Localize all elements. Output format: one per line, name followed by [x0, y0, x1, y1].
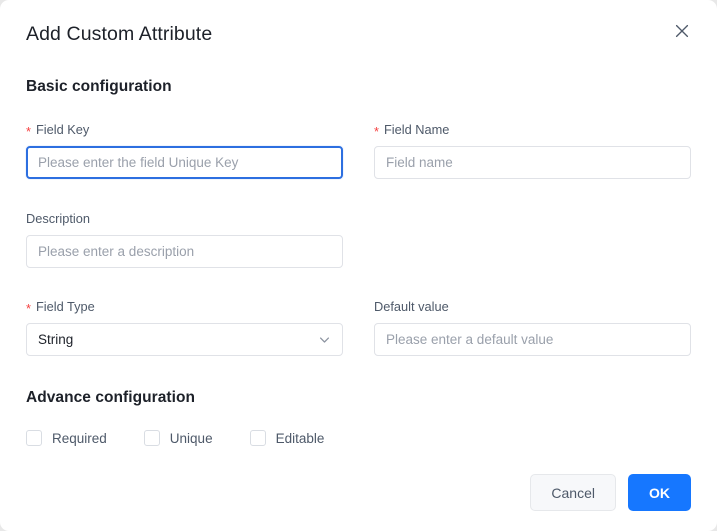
field-group-description: Description — [26, 210, 343, 268]
section-title-basic: Basic configuration — [26, 78, 172, 95]
section-title-advance: Advance configuration — [26, 389, 195, 406]
default-value-label: Default value — [374, 299, 449, 314]
add-custom-attribute-dialog: Add Custom Attribute Basic configuration… — [0, 0, 717, 531]
cancel-button[interactable]: Cancel — [530, 474, 616, 511]
checkbox-required[interactable]: Required — [26, 430, 107, 446]
description-input[interactable] — [26, 235, 343, 268]
checkbox-unique-label: Unique — [169, 430, 213, 446]
checkbox-editable[interactable]: Editable — [249, 430, 325, 446]
field-group-default-value: Default value — [374, 298, 691, 356]
field-type-label-text: Field Type — [35, 299, 95, 314]
field-group-field-name: * Field Name — [374, 121, 691, 179]
checkbox-unique[interactable]: Unique — [143, 430, 213, 446]
required-asterisk: * — [26, 124, 31, 139]
checkbox-box-icon[interactable] — [143, 430, 160, 446]
required-asterisk: * — [374, 124, 379, 139]
field-name-label-text: Field Name — [383, 122, 450, 137]
field-key-input[interactable] — [26, 146, 343, 179]
advance-checkbox-row: Required Unique Editable — [26, 430, 361, 446]
field-name-input[interactable] — [374, 146, 691, 179]
field-key-label-text: Field Key — [35, 122, 90, 137]
field-type-select[interactable]: String — [26, 323, 343, 356]
dialog-title: Add Custom Attribute — [26, 23, 213, 45]
default-value-input[interactable] — [374, 323, 691, 356]
field-type-label: * Field Type — [26, 298, 343, 316]
ok-button[interactable]: OK — [628, 474, 691, 511]
field-type-selected-value: String — [38, 332, 74, 347]
field-key-label: * Field Key — [26, 121, 343, 139]
required-asterisk: * — [26, 301, 31, 316]
chevron-down-icon — [318, 333, 331, 346]
description-label: Description — [26, 211, 91, 226]
field-group-field-key: * Field Key — [26, 121, 343, 179]
checkbox-required-label: Required — [52, 430, 107, 446]
checkbox-box-icon[interactable] — [26, 430, 42, 446]
field-group-field-type: * Field Type String — [26, 298, 343, 356]
field-name-label: * Field Name — [374, 121, 691, 139]
dialog-footer: Cancel OK — [0, 474, 717, 511]
close-icon[interactable] — [671, 20, 693, 42]
checkbox-box-icon[interactable] — [249, 430, 266, 446]
checkbox-editable-label: Editable — [275, 430, 325, 446]
